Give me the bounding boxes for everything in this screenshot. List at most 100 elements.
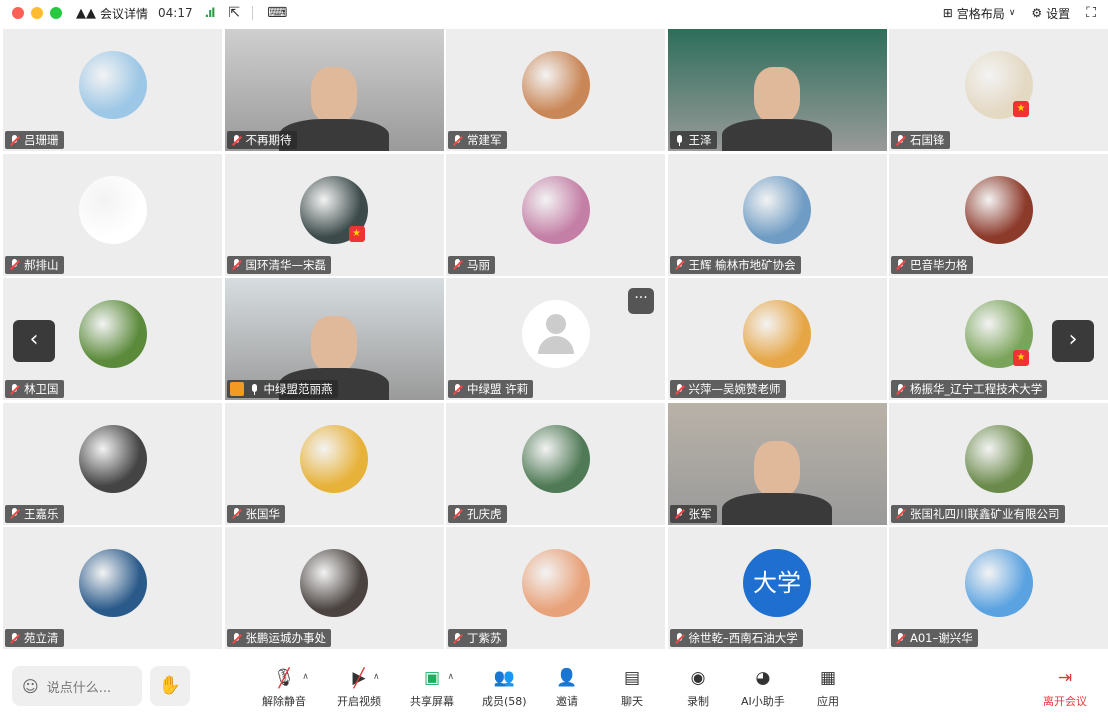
mic-muted-icon: [451, 507, 464, 520]
settings-label: 设置: [1046, 6, 1071, 21]
chat-button[interactable]: ▤ 聊天: [621, 666, 643, 709]
participant-tile[interactable]: 大学 徐世乾–西南石油大学: [667, 527, 887, 649]
raise-hand-button[interactable]: ✋: [150, 666, 190, 706]
translate-icon[interactable]: ⌨: [267, 5, 287, 21]
signal-strength-icon[interactable]: .ıl: [205, 6, 216, 20]
maximize-window-button[interactable]: [50, 7, 62, 19]
participant-tile[interactable]: ★ 国环清华—宋磊: [224, 153, 444, 276]
participant-tile[interactable]: A01–谢兴华: [889, 527, 1108, 649]
record-button[interactable]: ◉ 录制: [687, 666, 709, 709]
participant-tile[interactable]: 不再期待: [224, 29, 444, 151]
participant-name-tag: 王辉 榆林市地矿协会: [669, 255, 801, 274]
participant-tile[interactable]: 兴萍—吴婉赞老师: [667, 278, 887, 400]
participant-tile[interactable]: 巴音毕力格: [889, 153, 1108, 276]
mic-muted-icon: [451, 134, 464, 147]
say-something-input[interactable]: ☺ 说点什么...: [12, 666, 142, 706]
leave-meeting-button[interactable]: ⇥ 离开会议: [1043, 666, 1087, 709]
person-silhouette: [311, 67, 357, 123]
participant-name-tag: 石国锋: [891, 131, 950, 149]
participant-name: 孔庆虎: [467, 506, 502, 521]
participant-name-tag: 孔庆虎: [448, 504, 507, 523]
members-label: 成员(58): [482, 695, 527, 708]
invite-button[interactable]: 👤 邀请: [556, 666, 578, 709]
unmute-button[interactable]: 🎙 ╱ ∧ 解除静音: [262, 666, 309, 709]
avatar: [964, 549, 1033, 617]
participant-tile[interactable]: 孔庆虎: [446, 402, 665, 525]
mic-muted-icon: [230, 258, 243, 271]
participant-tile[interactable]: ★ 石国锋: [889, 29, 1108, 151]
avatar: [300, 424, 368, 493]
record-icon: ◉: [690, 668, 706, 688]
mic-icon: [673, 134, 686, 147]
participant-name: 王嘉乐: [24, 506, 59, 521]
chevron-up-icon[interactable]: ∧: [447, 672, 454, 682]
start-video-button[interactable]: ▶ ╱ ∧ 开启视频: [337, 666, 381, 709]
avatar: [743, 175, 811, 244]
mic-muted-icon: [230, 134, 243, 147]
leave-meeting-label: 离开会议: [1043, 695, 1087, 708]
mic-muted-icon: [451, 383, 464, 396]
mic-muted-icon: 🎙 ╱ ∧: [273, 667, 309, 689]
participant-tile[interactable]: 张军: [667, 402, 887, 525]
unmute-label: 解除静音: [262, 695, 306, 708]
person-silhouette: [311, 316, 357, 372]
participant-tile[interactable]: 苑立清: [3, 527, 222, 649]
participant-tile[interactable]: 张鹏运城办事处: [224, 527, 444, 649]
chevron-up-icon[interactable]: ∧: [373, 672, 380, 682]
participant-name-tag: 王泽: [669, 131, 717, 149]
participant-tile[interactable]: 郝排山: [3, 153, 222, 276]
participant-tile[interactable]: 常建军: [446, 29, 665, 151]
minimize-window-button[interactable]: [31, 7, 43, 19]
previous-page-button[interactable]: ‹: [13, 320, 55, 362]
participant-name: 国环清华—宋磊: [245, 257, 327, 272]
participant-tile[interactable]: 张国礼四川联鑫矿业有限公司: [889, 402, 1108, 525]
participant-tile[interactable]: 王辉 榆林市地矿协会: [667, 153, 887, 276]
fullscreen-icon[interactable]: ⛶: [1086, 5, 1096, 21]
share-screen-button[interactable]: ▣ ∧ 共享屏幕: [410, 666, 454, 709]
participant-name: 丁紫苏: [467, 631, 502, 645]
mic-muted-icon: [673, 383, 686, 396]
avatar: [78, 549, 147, 617]
share-screen-label: 共享屏幕: [410, 695, 454, 708]
chat-icon: ▤: [623, 668, 641, 688]
members-button[interactable]: 👥 成员(58): [482, 666, 527, 709]
emoji-icon[interactable]: ☺: [22, 677, 39, 696]
participant-tile[interactable]: 丁紫苏: [446, 527, 665, 649]
avatar: [521, 175, 590, 244]
more-options-button[interactable]: ···: [628, 288, 654, 314]
avatar: [521, 424, 590, 493]
close-window-button[interactable]: [12, 7, 24, 19]
share-link-icon[interactable]: ⇱: [228, 5, 240, 21]
hand-icon: ✋: [158, 675, 182, 696]
participant-tile[interactable]: 吕珊珊: [3, 29, 222, 151]
participant-name: 张国礼四川联鑫矿业有限公司: [910, 506, 1060, 521]
participant-name: 王辉 榆林市地矿协会: [688, 257, 796, 272]
participant-name: 郝排山: [24, 257, 59, 272]
mic-muted-icon: [894, 258, 907, 271]
bottom-toolbar: ☺ 说点什么... ✋ 🎙 ╱ ∧ 解除静音 ▶ ╱ ∧ 开启视频 ▣ ∧ 共享屏幕 👥 …: [0, 654, 1108, 720]
participant-tile[interactable]: 张国华: [224, 402, 444, 525]
participant-name: 张鹏运城办事处: [245, 631, 327, 645]
grid-layout-button[interactable]: ⊞ 宫格布局 ∨: [943, 5, 1016, 22]
participant-tile[interactable]: 马丽: [446, 153, 665, 276]
meeting-details-button[interactable]: ▲▲ 会议详情: [76, 5, 148, 22]
divider: [252, 6, 254, 20]
participant-tile[interactable]: 王泽: [667, 29, 887, 151]
avatar: [743, 300, 811, 368]
settings-button[interactable]: ⚙ 设置: [1031, 5, 1070, 22]
invite-icon: 👤: [556, 668, 578, 688]
chevron-up-icon[interactable]: ∧: [302, 672, 309, 682]
participant-name-tag: 林卫国: [5, 380, 64, 398]
avatar-text: 大学: [753, 569, 801, 597]
grid-layout-icon: ⊞: [942, 6, 953, 20]
participant-name: 不再期待: [245, 133, 292, 147]
person-body: [722, 492, 832, 525]
avatar: [78, 175, 147, 244]
participant-tile[interactable]: 王嘉乐: [3, 402, 222, 525]
apps-button[interactable]: ▦ 应用: [817, 666, 839, 709]
ai-assistant-button[interactable]: ◕ AI小助手: [741, 666, 785, 709]
person-body: [722, 119, 832, 151]
mic-muted-icon: [673, 258, 686, 271]
next-page-button[interactable]: ›: [1052, 320, 1094, 362]
participant-tile[interactable]: 中绿盟范丽燕: [224, 278, 444, 400]
